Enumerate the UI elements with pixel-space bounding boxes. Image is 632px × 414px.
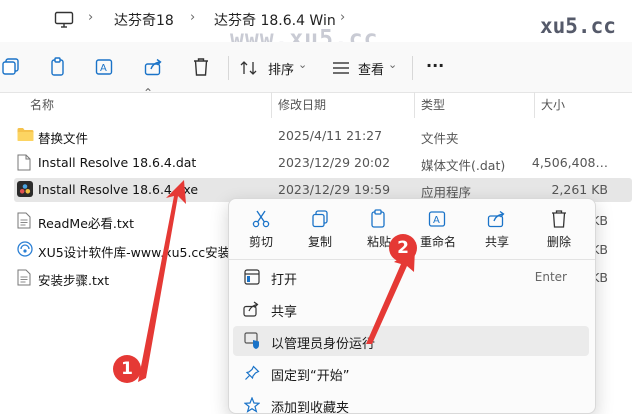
- annotation-badge-1: 1: [113, 355, 141, 383]
- annotation-arrows: [138, 180, 415, 382]
- annotation-badge-2: 2: [389, 234, 417, 262]
